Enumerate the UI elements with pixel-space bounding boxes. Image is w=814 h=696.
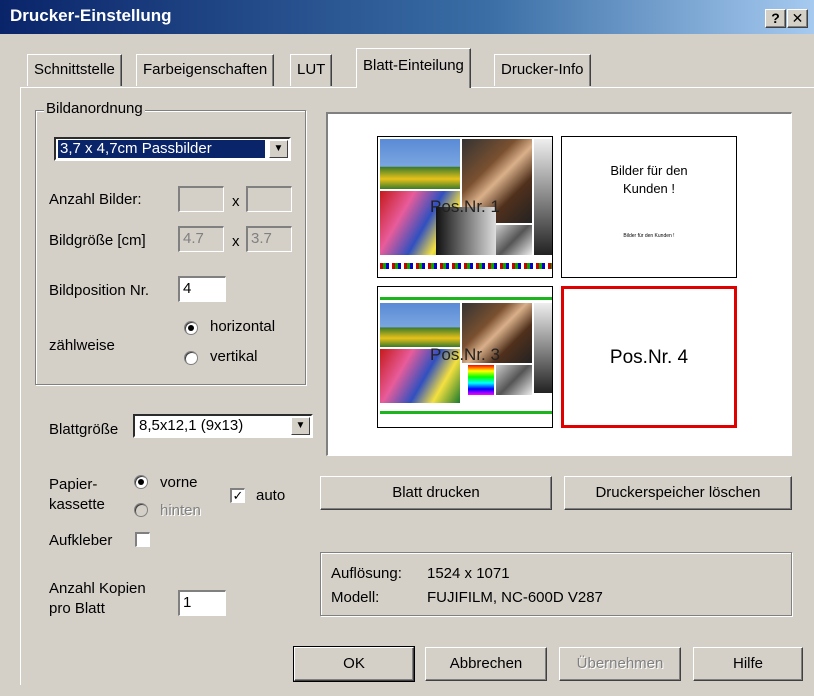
aufkleber-label: Aufkleber — [49, 532, 113, 549]
bildanordnung-legend: Bildanordnung — [44, 100, 145, 117]
hinten-label: hinten — [160, 502, 201, 519]
landscape-thumbnail — [380, 303, 460, 347]
anzahl-bilder-y-field[interactable] — [246, 186, 292, 212]
chevron-down-icon[interactable]: ▼ — [291, 417, 310, 435]
vertikal-label: vertikal — [210, 348, 258, 365]
tab-blatt-einteilung[interactable]: Blatt-Einteilung — [356, 48, 471, 88]
check-icon: ✓ — [232, 488, 244, 503]
blattgroesse-label: Blattgröße — [49, 421, 119, 438]
layout-preview: Pos.Nr. 1 Bilder für den Kunden ! Bilder… — [326, 112, 792, 456]
layout-select[interactable]: 3,7 x 4,7cm Passbilder ▼ — [54, 137, 291, 161]
close-title-button[interactable]: ✕ — [787, 9, 808, 28]
vertikal-radio[interactable] — [184, 351, 198, 365]
vorne-radio[interactable] — [134, 475, 148, 489]
title-bar[interactable]: Drucker-Einstellung ? ✕ — [0, 0, 814, 34]
anzahl-bilder-x-field[interactable] — [178, 186, 224, 212]
bildposition-label: Bildposition Nr. — [49, 282, 150, 299]
chevron-down-icon[interactable]: ▼ — [269, 140, 288, 158]
aufloesung-value: 1524 x 1071 — [427, 565, 510, 582]
cancel-button[interactable]: Abbrechen — [425, 647, 547, 681]
kopien-field[interactable]: 1 — [178, 590, 226, 616]
layout-select-value: 3,7 x 4,7cm Passbilder — [58, 140, 265, 158]
tab-drucker-info[interactable]: Drucker-Info — [494, 54, 591, 86]
auto-label: auto — [256, 487, 286, 504]
dialog-window: Drucker-Einstellung ? ✕ Schnittstelle Fa… — [0, 0, 814, 696]
papierkassette-label-line1: Papier- — [49, 476, 98, 493]
blattgroesse-select[interactable]: 8,5x12,1 (9x13) ▼ — [133, 414, 313, 438]
clear-printer-memory-button[interactable]: Druckerspeicher löschen — [564, 476, 792, 510]
radio-dot-icon — [138, 479, 144, 485]
preview-slot-3[interactable]: Pos.Nr. 3 — [377, 286, 553, 428]
slot-2-line1: Bilder für den — [610, 163, 688, 178]
slot-4-label: Pos.Nr. 4 — [609, 347, 689, 368]
help-button[interactable]: Hilfe — [693, 647, 803, 681]
tab-farbeigenschaften[interactable]: Farbeigenschaften — [136, 54, 275, 86]
ok-button[interactable]: OK — [293, 646, 415, 682]
printer-info-box: Auflösung: 1524 x 1071 Modell: FUJIFILM,… — [320, 552, 792, 616]
radio-dot-icon — [188, 325, 194, 331]
horizontal-label: horizontal — [210, 318, 276, 335]
preview-slot-1[interactable]: Pos.Nr. 1 — [377, 136, 553, 278]
papierkassette-label-line2: kassette — [49, 496, 105, 513]
hinten-radio[interactable] — [134, 503, 148, 517]
color-patch — [468, 365, 494, 395]
vorne-label: vorne — [160, 474, 198, 491]
bildgroesse-label: Bildgröße [cm] — [49, 232, 146, 249]
times-label-2: x — [232, 233, 240, 250]
bildgroesse-height-field[interactable]: 3.7 — [246, 226, 292, 252]
slot-3-label: Pos.Nr. 3 — [430, 345, 500, 364]
apply-button[interactable]: Übernehmen — [559, 647, 681, 681]
slot-2-line2: Kunden ! — [622, 181, 676, 196]
green-line-top — [380, 297, 552, 300]
modell-value: FUJIFILM, NC-600D V287 — [427, 589, 603, 606]
bildgroesse-width-field[interactable]: 4.7 — [178, 226, 224, 252]
horizontal-radio[interactable] — [184, 321, 198, 335]
green-line-bottom — [380, 411, 552, 414]
help-title-button[interactable]: ? — [765, 9, 786, 28]
landscape-thumbnail — [380, 139, 460, 189]
window-title: Drucker-Einstellung — [10, 6, 172, 25]
print-sheet-button[interactable]: Blatt drucken — [320, 476, 552, 510]
bottles-thumbnail — [496, 365, 532, 395]
tab-schnittstelle[interactable]: Schnittstelle — [27, 54, 122, 86]
slot-2-small-text: Bilder für den Kunden ! — [623, 233, 675, 239]
anzahl-bilder-label: Anzahl Bilder: — [49, 191, 142, 208]
zaehlweise-label: zählweise — [49, 337, 115, 354]
times-label-1: x — [232, 193, 240, 210]
kopien-label-line1: Anzahl Kopien — [49, 580, 146, 597]
color-bar — [380, 263, 552, 269]
slot-1-label: Pos.Nr. 1 — [430, 197, 500, 216]
bildposition-field[interactable]: 4 — [178, 276, 226, 302]
aufloesung-label: Auflösung: — [331, 565, 402, 582]
blattgroesse-value: 8,5x12,1 (9x13) — [139, 417, 244, 434]
aufkleber-checkbox[interactable] — [135, 532, 150, 547]
modell-label: Modell: — [331, 589, 380, 606]
preview-slot-2[interactable]: Bilder für den Kunden ! Bilder für den K… — [561, 136, 737, 278]
tab-lut[interactable]: LUT — [290, 54, 333, 86]
kopien-label-line2: pro Blatt — [49, 600, 105, 617]
preview-slot-4[interactable]: Pos.Nr. 4 — [561, 286, 737, 428]
bottles-thumbnail — [496, 225, 532, 255]
auto-checkbox[interactable]: ✓ — [230, 488, 245, 503]
